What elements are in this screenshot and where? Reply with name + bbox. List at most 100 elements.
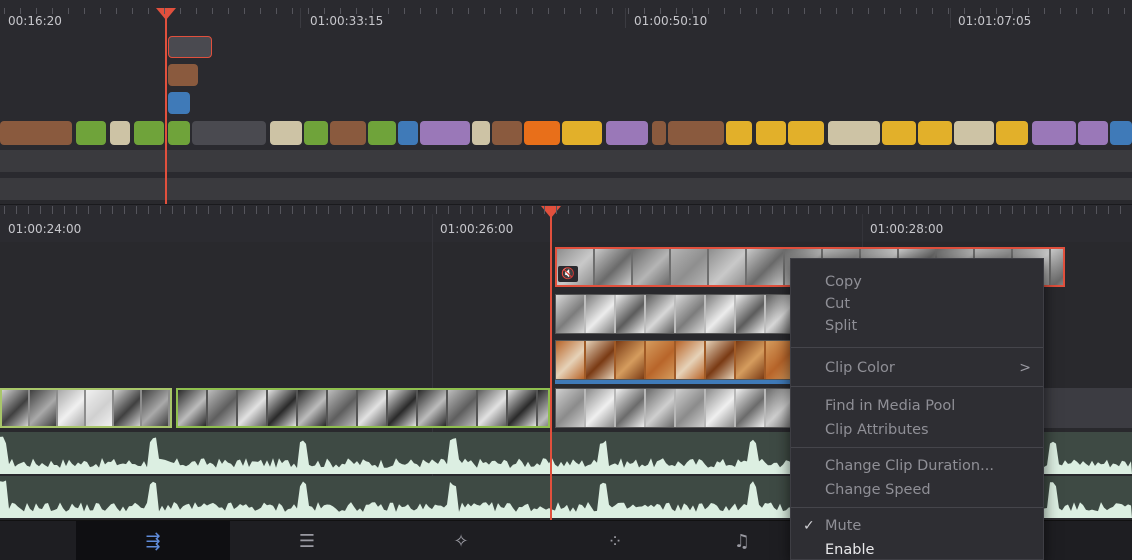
mini-audio-track-1[interactable] [0,150,1132,172]
mini-clip[interactable] [168,121,190,145]
mini-clip-selected[interactable] [168,36,212,58]
mini-clip[interactable] [304,121,328,145]
clip-context-menu: Copy Cut Split Clip Color > Find in Medi… [790,258,1044,560]
mini-clip[interactable] [0,121,72,145]
mini-clip[interactable] [882,121,916,145]
video-clip-v1-c[interactable] [555,388,795,428]
ruler-tick [460,206,461,214]
menu-item-find-in-media-pool[interactable]: Find in Media Pool [791,395,1043,417]
mini-clip[interactable] [134,121,164,145]
ruler-tick [468,8,469,14]
mini-clip[interactable] [330,121,366,145]
ruler-tick [760,206,761,214]
cut-page-button[interactable]: ⇶ [76,521,230,560]
clip-thumbnails [178,390,548,426]
mini-clip[interactable] [954,121,994,145]
menu-item-mute[interactable]: ✓ Mute [791,515,1043,537]
ruler-tick [676,206,677,214]
mini-clip[interactable] [270,121,302,145]
ruler-tick [948,8,949,14]
fairlight-page-button[interactable]: ♫ [692,521,792,560]
mini-clip[interactable] [788,121,824,145]
clip-thumbnail [114,390,140,426]
ruler-tick [852,8,853,14]
ruler-tick [756,8,757,14]
ruler-tick [508,206,509,214]
ruler-tick [580,8,581,14]
menu-item-copy[interactable]: Copy [791,271,1043,293]
mini-clip[interactable] [668,121,724,145]
ruler-tick [556,206,557,214]
ruler-tick [652,206,653,214]
clip-thumbnail [508,390,536,426]
mini-clip[interactable] [606,121,648,145]
ruler-tick [736,206,737,214]
ruler-tick [1000,206,1001,214]
upper-timeline[interactable]: 00:16:20 01:00:33:15 01:00:50:10 01:01:0… [0,0,1132,200]
mini-clip[interactable] [996,121,1028,145]
menu-item-clip-attributes[interactable]: Clip Attributes [791,419,1043,441]
ruler-tick [292,206,293,214]
mini-audio-track-2[interactable] [0,178,1132,200]
mini-clip[interactable] [828,121,880,145]
video-clip-v1-d[interactable] [1040,388,1132,428]
mini-clip[interactable] [524,121,560,145]
mini-clip[interactable] [192,121,266,145]
video-clip-v1-b[interactable] [176,388,550,428]
clip-thumbnail [671,249,707,285]
menu-item-enable[interactable]: Enable [791,539,1043,560]
ruler-tick [532,8,533,14]
ruler-tick [4,206,5,214]
lower-playhead-line[interactable] [550,216,552,520]
menu-item-cut[interactable]: Cut [791,293,1043,315]
ruler-tick [164,8,165,14]
mini-clip[interactable] [726,121,752,145]
ruler-tick [280,206,281,214]
mini-clip[interactable] [398,121,418,145]
clip-thumbnail [586,389,614,427]
edit-page-button[interactable]: ☰ [230,521,384,560]
mini-clip[interactable] [1078,121,1108,145]
upper-timecode-4: 01:01:07:05 [958,14,1032,28]
video-clip-v2[interactable] [555,340,795,380]
ruler-tick [856,206,857,214]
mini-clip[interactable] [1032,121,1076,145]
clip-thumbnail [709,249,745,285]
fusion-page-button[interactable]: ✧ [384,521,538,560]
ruler-tick [928,206,929,214]
mini-clip[interactable] [110,121,130,145]
ruler-tick [940,206,941,214]
mini-clip[interactable] [420,121,470,145]
ruler-tick [616,206,617,214]
menu-item-change-speed[interactable]: Change Speed [791,479,1043,501]
ruler-tick [916,8,917,14]
ruler-tick [640,206,641,214]
color-page-button[interactable]: ⁘ [538,521,692,560]
lower-timecode-ruler[interactable] [0,204,1132,242]
mini-clip[interactable] [76,121,106,145]
mini-clip[interactable] [368,121,396,145]
menu-item-split[interactable]: Split [791,315,1043,337]
mini-clip[interactable] [472,121,490,145]
ruler-tick [220,206,221,214]
ruler-tick [644,8,645,14]
ruler-tick [100,8,101,14]
mini-clip[interactable] [1110,121,1132,145]
mini-clip-brown[interactable] [168,64,198,86]
menu-item-change-clip-duration[interactable]: Change Clip Duration... [791,455,1043,477]
video-clip-v3[interactable] [555,294,795,334]
ruler-tick [1044,8,1045,14]
ruler-tick [724,206,725,214]
ruler-tick [352,206,353,214]
upper-playhead-line[interactable] [165,12,167,204]
mini-clip[interactable] [652,121,666,145]
mini-clip[interactable] [562,121,602,145]
menu-item-clip-color[interactable]: Clip Color > [791,357,1043,379]
mini-clip[interactable] [756,121,786,145]
ruler-tick [76,206,77,214]
ruler-tick [52,206,53,214]
mini-clip-blue[interactable] [168,92,190,114]
video-clip-v1-a[interactable] [0,388,172,428]
mini-clip[interactable] [492,121,522,145]
mini-clip[interactable] [918,121,952,145]
